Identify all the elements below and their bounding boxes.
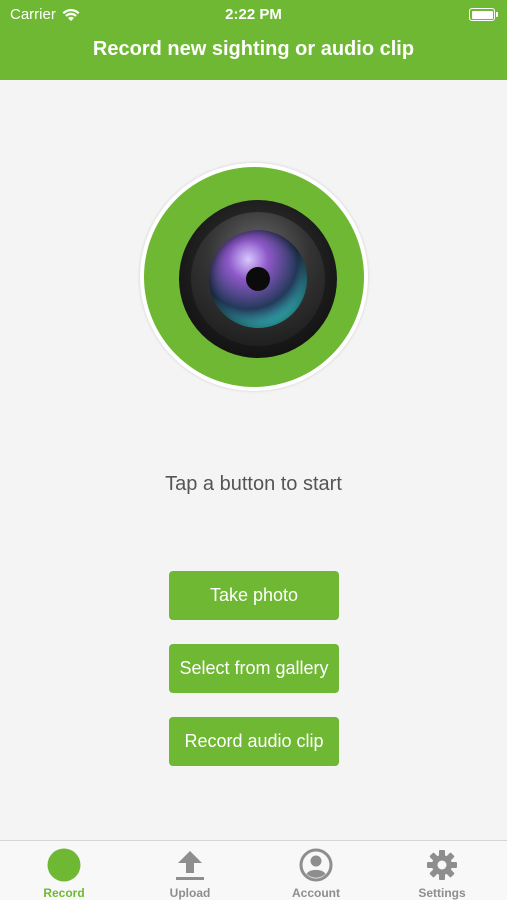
lens-glass xyxy=(209,230,307,328)
gear-icon xyxy=(425,848,459,882)
upload-icon xyxy=(173,848,207,882)
camera-lens-background xyxy=(144,167,364,387)
status-bar: Carrier 2:22 PM xyxy=(0,0,507,28)
tab-record[interactable]: Record xyxy=(1,841,127,900)
tab-settings[interactable]: Settings xyxy=(379,841,505,900)
instruction-text: Tap a button to start xyxy=(165,473,342,495)
tab-label-account: Account xyxy=(292,886,340,900)
select-from-gallery-button[interactable]: Select from gallery xyxy=(169,644,339,693)
lens-inner-ring xyxy=(191,212,325,346)
lens-center xyxy=(246,267,270,291)
lens-outer-ring xyxy=(179,200,337,358)
tab-label-upload: Upload xyxy=(169,886,211,900)
tab-account[interactable]: Account xyxy=(253,841,379,900)
account-icon xyxy=(299,848,333,882)
page-title: Record new sighting or audio clip xyxy=(92,38,415,60)
tab-bar: Record Upload Account Settings xyxy=(0,840,507,900)
take-photo-button[interactable]: Take photo xyxy=(169,571,339,620)
record-icon xyxy=(47,848,81,882)
record-audio-clip-button[interactable]: Record audio clip xyxy=(169,717,339,766)
tab-label-record: Record xyxy=(43,886,85,900)
battery-icon xyxy=(469,8,498,21)
status-time: 2:22 PM xyxy=(225,6,282,23)
camera-lens-icon xyxy=(140,163,368,391)
tab-label-settings: Settings xyxy=(418,886,466,900)
header-bar: Carrier 2:22 PM Record new sighting or a… xyxy=(0,0,507,80)
tab-upload[interactable]: Upload xyxy=(127,841,253,900)
